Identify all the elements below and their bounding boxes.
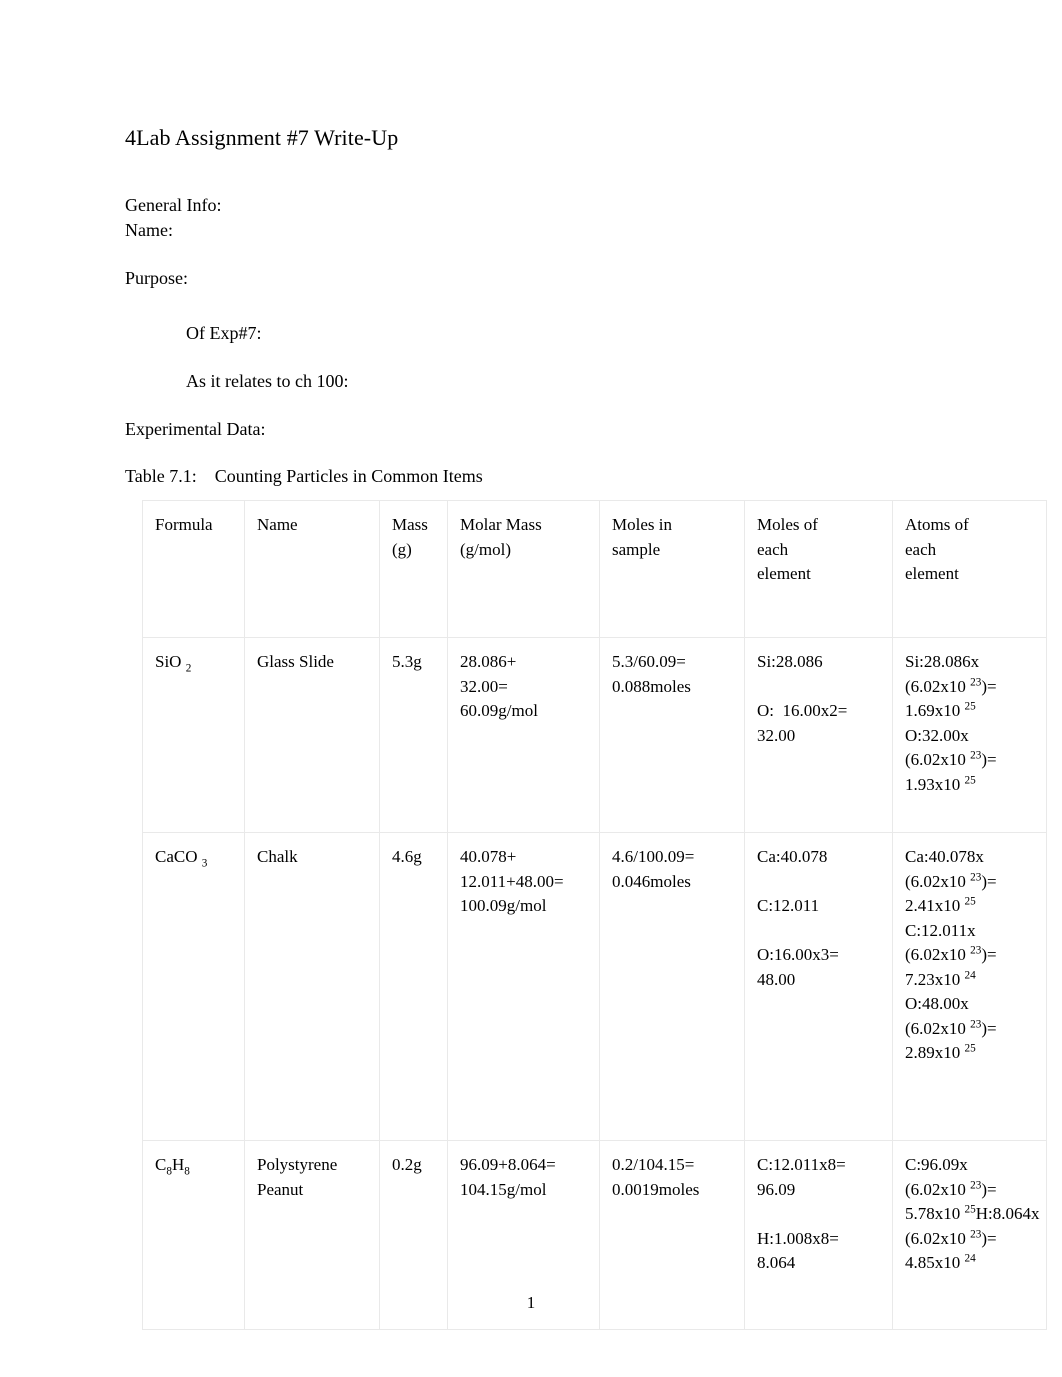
cell-moles-in-sample: 4.6/100.09= 0.046moles <box>599 832 745 1141</box>
cell-mass: 5.3g <box>379 637 448 833</box>
cell-molar-mass: 40.078+ 12.011+48.00= 100.09g/mol <box>447 832 600 1141</box>
table-caption: Table 7.1: Counting Particles in Common … <box>125 466 483 486</box>
table-header-row: Formula Name Mass (g) Molar Mass (g/mol) Mol… <box>142 500 1047 638</box>
cell-name: Chalk <box>244 832 380 1141</box>
table-header-cell: Molar Mass (g/mol) <box>447 500 600 638</box>
relates-to-course-label: As it relates to ch 100: <box>186 371 349 391</box>
table-row: CaCO 3 Chalk 4.6g 40.078+ 12.011+48.00= 100… <box>142 832 1047 1141</box>
table-header-cell: Moles in sample <box>599 500 745 638</box>
table-header-cell: Mass (g) <box>379 500 448 638</box>
cell-atoms-each-element: Si:28.086x (6.02x10 23)= 1.69x10 25 O:32… <box>892 637 1047 833</box>
cell-name: Glass Slide <box>244 637 380 833</box>
page-number: 1 <box>526 1293 536 1312</box>
name-label: Name: <box>125 220 173 240</box>
table-row: SiO 2 Glass Slide 5.3g 28.086+ 32.00= 60.09… <box>142 637 1047 833</box>
cell-formula: SiO 2 <box>142 637 245 833</box>
cell-moles-each-element: Ca:40.078 C:12.011 O:16.00x3= 48.00 <box>744 832 893 1141</box>
purpose-label: Purpose: <box>125 268 188 288</box>
general-info-label: General Info: <box>125 195 222 215</box>
table-header-cell: Formula <box>142 500 245 638</box>
table-header-cell: Moles of each element <box>744 500 893 638</box>
document-page: 4Lab Assignment #7 Write-Up General Info… <box>0 0 1062 1377</box>
cell-formula: CaCO 3 <box>142 832 245 1141</box>
of-experiment-label: Of Exp#7: <box>186 323 262 343</box>
table-header-cell: Atoms of each element <box>892 500 1047 638</box>
counting-particles-table: Formula Name Mass (g) Molar Mass (g/mol) Mol… <box>142 500 1047 1330</box>
cell-molar-mass: 28.086+ 32.00= 60.09g/mol <box>447 637 600 833</box>
page-title: 4Lab Assignment #7 Write-Up <box>125 125 399 150</box>
cell-moles-in-sample: 5.3/60.09= 0.088moles <box>599 637 745 833</box>
cell-moles-each-element: Si:28.086 O: 16.00x2= 32.00 <box>744 637 893 833</box>
table-header-cell: Name <box>244 500 380 638</box>
cell-atoms-each-element: Ca:40.078x (6.02x10 23)= 2.41x10 25 C:12… <box>892 832 1047 1141</box>
experimental-data-label: Experimental Data: <box>125 419 266 439</box>
cell-mass: 4.6g <box>379 832 448 1141</box>
